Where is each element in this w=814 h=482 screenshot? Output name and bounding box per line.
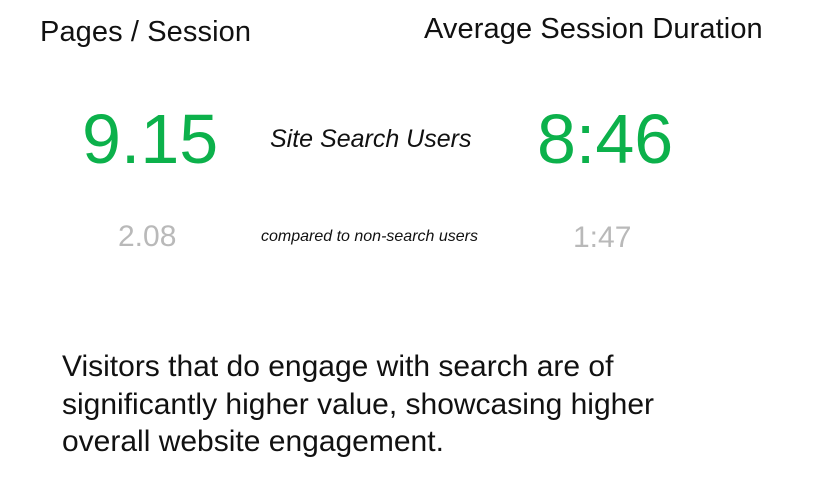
summary-text: Visitors that do engage with search are … xyxy=(62,348,742,461)
summary-line: significantly higher value, showcasing h… xyxy=(62,387,655,421)
avg-session-duration-non-search-value: 1:47 xyxy=(573,221,632,254)
pages-per-session-heading: Pages / Session xyxy=(40,16,252,48)
pages-per-session-non-search-value: 2.08 xyxy=(118,220,177,253)
avg-session-duration-search-value: 8:46 xyxy=(537,100,674,178)
comparison-label: compared to non-search users xyxy=(261,228,478,245)
site-search-users-label: Site Search Users xyxy=(270,125,472,153)
summary-line: Visitors that do engage with search are … xyxy=(62,350,614,383)
pages-per-session-search-value: 9.15 xyxy=(82,100,219,178)
summary-line: overall website engagement. xyxy=(62,425,444,458)
avg-session-duration-heading: Average Session Duration xyxy=(424,13,763,45)
